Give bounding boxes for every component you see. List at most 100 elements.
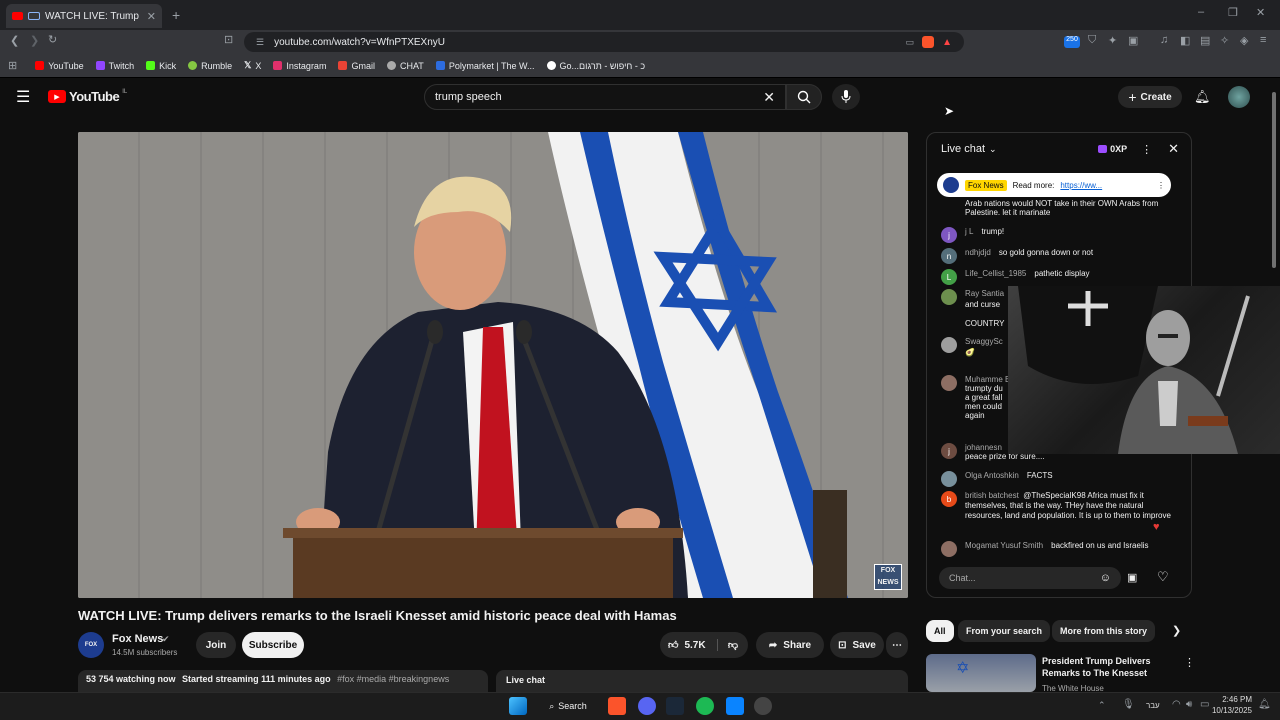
discord-icon[interactable] (638, 697, 656, 715)
wifi-icon[interactable]: ◠ (1172, 699, 1181, 710)
bookmark-x[interactable]: 𝕏X (238, 56, 267, 76)
create-button[interactable]: + Create (1118, 86, 1182, 108)
bookmark-google-translate[interactable]: Go...כ - חיפוש - תרגום (541, 56, 652, 76)
user-avatar[interactable]: j (941, 227, 957, 243)
shield-icon[interactable]: ⛉ (1088, 34, 1096, 47)
chat-title[interactable]: Live chat (941, 143, 985, 155)
sidebar-icon[interactable]: ◧ (1180, 34, 1190, 47)
bookmark-polymarket[interactable]: Polymarket | The W... (430, 56, 541, 76)
channel-name[interactable]: Fox News (112, 633, 163, 645)
youtube-logo[interactable]: ▶ YouTube IL (48, 89, 127, 104)
close-tab-icon[interactable]: ✕ (147, 10, 156, 23)
menu-icon[interactable]: ≡ (1260, 34, 1266, 46)
notifications-bell-icon[interactable]: 🔔︎ (1194, 89, 1211, 105)
brave-shield-icon[interactable] (922, 36, 935, 48)
like-button[interactable]: 👍︎ 5.7K 👎︎ (660, 632, 748, 658)
description-box[interactable]: 53 754 watching now Started streaming 11… (78, 670, 488, 694)
chip-all[interactable]: All (926, 620, 954, 642)
spotify-icon[interactable] (696, 697, 714, 715)
pinned-message[interactable]: Fox News Read more: https://ww... ⋮ (937, 173, 1171, 197)
channel-avatar[interactable]: FOX (78, 632, 104, 658)
recommended-more-icon[interactable]: ⋮ (1184, 656, 1195, 669)
music-icon[interactable]: ♫ (1160, 34, 1168, 46)
chip-more-from-story[interactable]: More from this story (1052, 620, 1156, 642)
xp-badge[interactable]: 0XP (1098, 144, 1127, 154)
user-avatar[interactable]: j (941, 443, 957, 459)
recommended-title[interactable]: President Trump Delivers Remarks to The … (1042, 655, 1182, 679)
pinned-more-icon[interactable]: ⋮ (1157, 181, 1165, 190)
hamburger-menu-icon[interactable]: ☰ (16, 87, 30, 107)
bookmark-twitch[interactable]: Twitch (90, 56, 141, 76)
volume-icon[interactable]: 🔊︎ (1186, 699, 1192, 710)
bookmark-rumble[interactable]: Rumble (182, 56, 238, 76)
more-options-icon[interactable]: ⋮ (1141, 143, 1152, 156)
address-bar[interactable]: ☰ youtube.com/watch?v=WfnPTXEXnyU ▭ ▲ (244, 32, 964, 52)
page-scrollbar-thumb[interactable] (1272, 92, 1276, 268)
user-avatar[interactable] (941, 289, 957, 305)
window-close-icon[interactable]: ✕ (1256, 6, 1265, 19)
cast-icon[interactable]: ▭ (906, 37, 915, 48)
tray-mic-icon[interactable]: 🎙︎ (1122, 699, 1135, 710)
subscribe-button[interactable]: Subscribe (242, 632, 304, 658)
heart-icon[interactable]: ♡ (1157, 569, 1169, 585)
steam-icon[interactable] (666, 697, 684, 715)
file-app-icon[interactable] (726, 697, 744, 715)
live-chat-replay-tab[interactable]: Live chat (496, 670, 908, 694)
apps-grid-icon[interactable]: ⊞ (8, 59, 17, 72)
bookmark-icon[interactable]: ⊡ (224, 33, 233, 46)
taskbar-search[interactable]: ⌕ Search (540, 696, 596, 716)
new-tab-icon[interactable]: + (172, 7, 180, 23)
close-chat-icon[interactable]: ✕ (1168, 141, 1179, 157)
maximize-icon[interactable]: ❐ (1228, 6, 1238, 19)
voice-search-button[interactable] (832, 84, 860, 110)
user-avatar[interactable]: L (941, 269, 957, 285)
site-info-icon[interactable]: ☰ (256, 37, 264, 48)
brave-rewards-icon[interactable]: ▲ (942, 37, 952, 48)
clock-time[interactable]: 2:46 PM (1218, 695, 1252, 704)
extension-badge[interactable]: 250 (1064, 36, 1080, 48)
user-avatar[interactable] (941, 375, 957, 391)
user-avatar[interactable]: b (941, 491, 957, 507)
user-avatar[interactable] (941, 541, 957, 557)
join-button[interactable]: Join (196, 632, 236, 658)
forward-icon[interactable]: ❯ (30, 34, 39, 47)
bookmark-kick[interactable]: Kick (140, 56, 182, 76)
ai-icon[interactable]: ✧ (1220, 34, 1229, 47)
more-actions-button[interactable]: ⋯ (886, 632, 908, 658)
chevron-down-icon[interactable]: ⌄ (989, 144, 997, 155)
notification-center-icon[interactable]: 🔔︎ (1258, 699, 1271, 710)
save-button[interactable]: ⊡ Save (830, 632, 884, 658)
browser-tab[interactable]: WATCH LIVE: Trump delivers ✕ (6, 4, 162, 28)
vpn-icon[interactable]: ◈ (1240, 34, 1248, 47)
bookmark-gmail[interactable]: Gmail (332, 56, 381, 76)
share-button[interactable]: ➦ Share (756, 632, 824, 658)
search-button[interactable] (786, 84, 822, 110)
user-avatar[interactable]: n (941, 248, 957, 264)
super-chat-icon[interactable]: ▣ (1127, 571, 1137, 584)
language-indicator[interactable]: עבר (1146, 701, 1160, 710)
bookmark-instagram[interactable]: Instagram (267, 56, 332, 76)
emoji-icon[interactable]: ☺ (1100, 572, 1111, 584)
wallet-icon[interactable]: ▤ (1200, 34, 1210, 47)
pinned-link[interactable]: https://ww... (1060, 181, 1102, 190)
chat-input[interactable]: Chat... ☺ (939, 567, 1121, 589)
extensions-icon[interactable]: ✦ (1108, 34, 1117, 47)
screenshot-icon[interactable]: ▣ (1128, 34, 1138, 47)
bookmark-youtube[interactable]: YouTube (29, 56, 89, 76)
bookmark-chat[interactable]: CHAT (381, 56, 430, 76)
user-avatar[interactable] (941, 471, 957, 487)
back-icon[interactable]: ❮ (10, 34, 19, 47)
video-player[interactable]: FOX NEWS (78, 132, 908, 598)
minimize-icon[interactable]: – (1198, 6, 1204, 18)
account-avatar[interactable] (1228, 86, 1250, 108)
brave-browser-icon[interactable] (608, 697, 626, 715)
clear-search-icon[interactable]: ✕ (763, 89, 775, 106)
windows-start-icon[interactable] (509, 697, 527, 715)
clock-date[interactable]: 10/13/2025 (1208, 706, 1252, 715)
chip-from-your-search[interactable]: From your search (958, 620, 1051, 642)
thumbs-down-icon[interactable]: 👎︎ (716, 639, 748, 651)
search-input[interactable]: trump speech ✕ (424, 84, 786, 110)
chips-next-icon[interactable]: ❯ (1172, 624, 1181, 637)
recommended-thumbnail[interactable]: ✡ (926, 654, 1036, 692)
app-icon[interactable] (754, 697, 772, 715)
